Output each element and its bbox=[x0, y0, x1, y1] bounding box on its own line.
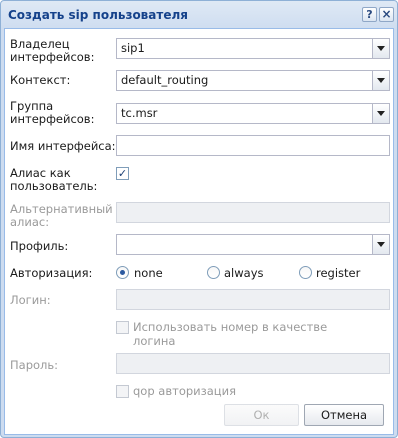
auth-radio-always[interactable] bbox=[207, 266, 220, 279]
auth-label: Авторизация: bbox=[10, 266, 93, 280]
group-select[interactable]: tc.msr bbox=[116, 103, 390, 124]
owner-value: sip1 bbox=[121, 41, 145, 55]
help-icon[interactable]: ? bbox=[362, 7, 377, 22]
context-label: Контекст: bbox=[10, 73, 71, 87]
iface-name-label: Имя интерфейса: bbox=[10, 139, 116, 153]
alias-as-user-checkbox[interactable]: ✓ bbox=[116, 167, 129, 180]
use-number-label: Использовать номер в качестве логина bbox=[133, 320, 328, 348]
owner-label: Владелец интерфейсов: bbox=[10, 37, 95, 64]
cancel-button[interactable]: Отмена bbox=[304, 404, 384, 426]
chevron-down-icon[interactable] bbox=[372, 235, 389, 254]
alt-alias-input[interactable] bbox=[116, 202, 390, 223]
profile-select[interactable] bbox=[116, 234, 390, 255]
create-sip-user-dialog: Создать sip пользователя ? × Владелец ин… bbox=[0, 0, 398, 438]
login-input[interactable] bbox=[116, 289, 390, 310]
owner-select[interactable]: sip1 bbox=[116, 38, 390, 59]
alt-alias-label: Альтернативный алиас: bbox=[10, 202, 113, 229]
auth-option-register[interactable]: register bbox=[316, 267, 360, 280]
password-label: Пароль: bbox=[10, 358, 59, 372]
group-value: tc.msr bbox=[121, 106, 158, 120]
alias-as-user-label: Алиас как пользователь: bbox=[10, 166, 98, 193]
auth-radio-register[interactable] bbox=[299, 266, 312, 279]
password-input[interactable] bbox=[116, 353, 390, 374]
context-select[interactable]: default_routing bbox=[116, 70, 390, 91]
dialog-titlebar[interactable]: Создать sip пользователя ? × bbox=[1, 1, 397, 29]
close-icon[interactable]: × bbox=[379, 7, 394, 22]
iface-name-input[interactable] bbox=[116, 135, 390, 156]
use-number-checkbox[interactable] bbox=[116, 321, 129, 334]
profile-label: Профиль: bbox=[10, 239, 69, 253]
auth-radio-none[interactable] bbox=[116, 266, 129, 279]
group-label: Группа интерфейсов: bbox=[10, 99, 95, 126]
chevron-down-icon[interactable] bbox=[372, 71, 389, 90]
qop-label: qop авторизация bbox=[133, 384, 237, 398]
dialog-title: Создать sip пользователя bbox=[8, 8, 188, 22]
ok-button[interactable]: Ок bbox=[224, 404, 299, 426]
auth-option-none[interactable]: none bbox=[134, 267, 163, 280]
chevron-down-icon[interactable] bbox=[372, 39, 389, 58]
login-label: Логин: bbox=[10, 293, 51, 307]
qop-checkbox[interactable] bbox=[116, 385, 129, 398]
context-value: default_routing bbox=[121, 73, 209, 87]
form-panel: Владелец интерфейсов: sip1 Контекст: def… bbox=[4, 28, 394, 435]
auth-option-always[interactable]: always bbox=[224, 267, 264, 280]
chevron-down-icon[interactable] bbox=[372, 104, 389, 123]
